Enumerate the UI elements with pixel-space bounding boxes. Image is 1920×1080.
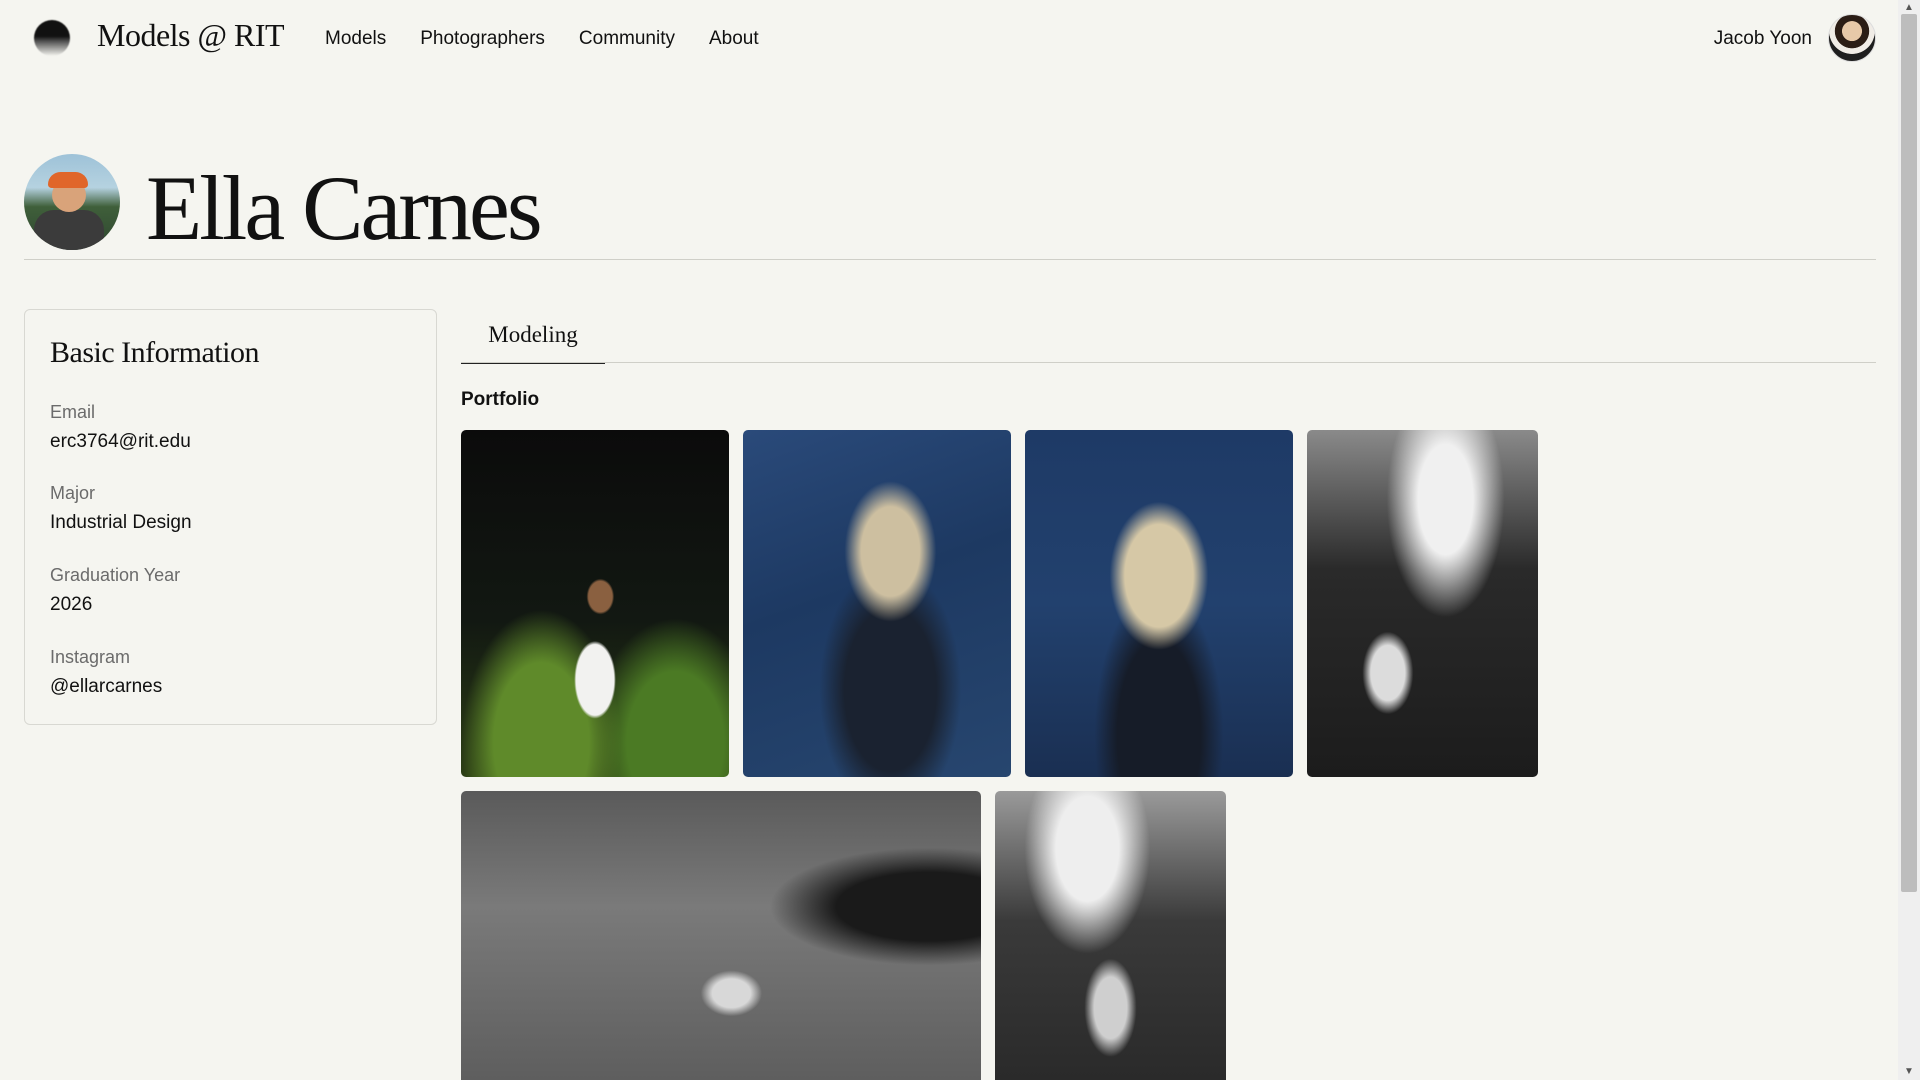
graduation-year-value: 2026 [50,594,93,615]
portfolio-photo-2[interactable] [743,430,1011,777]
email-value: erc3764@rit.edu [50,431,191,452]
major-field: Major Industrial Design [50,483,192,534]
user-avatar[interactable] [1828,14,1876,62]
top-nav: Models @ RIT Models Photographers Commun… [0,0,1898,80]
portfolio-photo-1[interactable] [461,430,729,777]
graduation-year-label: Graduation Year [50,565,181,585]
instagram-label: Instagram [50,647,131,667]
scroll-up-icon[interactable]: ▲ [1903,2,1915,14]
tab-modeling[interactable]: Modeling [461,318,605,364]
instagram-field: Instagram @ellarcarnes [50,647,162,698]
portfolio-title: Portfolio [461,389,540,410]
nav-link-community[interactable]: Community [579,28,675,50]
logo-icon[interactable] [34,20,70,56]
nav-link-photographers[interactable]: Photographers [420,28,545,50]
instagram-value[interactable]: @ellarcarnes [50,676,162,698]
major-label: Major [50,483,96,503]
scrollbar-thumb[interactable] [1901,14,1917,892]
portfolio-photo-5[interactable] [461,791,981,1080]
portfolio-photo-6[interactable] [995,791,1226,1080]
portfolio-photo-4[interactable] [1307,430,1538,777]
nav-link-about[interactable]: About [709,28,759,50]
profile-name: Ella Carnes [146,157,543,259]
major-value: Industrial Design [50,512,192,533]
header-divider [24,259,1876,260]
nav-link-models[interactable]: Models [325,28,386,50]
email-field: Email erc3764@rit.edu [50,402,191,453]
basic-info-card: Basic Information Email erc3764@rit.edu … [24,309,437,725]
card-title: Basic Information [50,336,259,369]
user-name[interactable]: Jacob Yoon [1714,28,1812,50]
profile-avatar [24,154,120,250]
brand-name[interactable]: Models @ RIT [97,17,285,54]
scroll-down-icon[interactable]: ▼ [1903,1066,1915,1078]
avatar-body [34,210,104,250]
email-label: Email [50,402,96,422]
avatar-hat [48,172,88,188]
nav-links: Models Photographers Community About [325,28,759,50]
tabs-divider [461,362,1876,363]
portfolio-photo-3[interactable] [1025,430,1293,777]
graduation-year-field: Graduation Year 2026 [50,565,180,616]
page-scrollbar[interactable]: ▲ ▼ [1898,0,1920,1080]
